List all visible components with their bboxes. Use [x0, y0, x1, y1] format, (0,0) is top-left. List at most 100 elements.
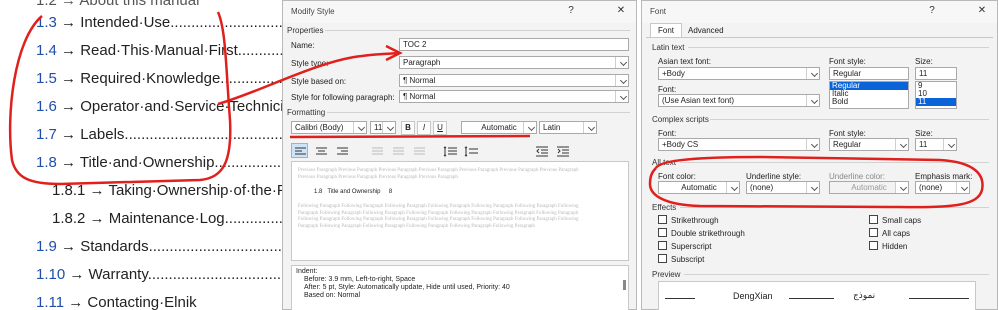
style-description: Indent: Before: 3.9 mm, Left-to-right, S…	[291, 265, 629, 310]
properties-section-label: Properties	[287, 26, 324, 35]
double-strikethrough-checkbox[interactable]	[658, 228, 667, 237]
superscript-checkbox[interactable]	[658, 241, 667, 250]
superscript-label: Superscript	[671, 242, 712, 251]
modify-style-titlebar: Modify Style ? ✕	[283, 1, 636, 23]
paragraph-spacing-icon[interactable]	[462, 143, 479, 158]
toc-entry-number: 1.10	[36, 266, 66, 283]
small-caps-checkbox[interactable]	[869, 215, 878, 224]
style-following-label: Style for following paragraph:	[291, 93, 395, 102]
toc-entry-number: 1.7	[36, 126, 57, 143]
style-based-dropdown[interactable]: ¶ Normal	[399, 74, 629, 87]
all-text-label: All text	[652, 158, 677, 167]
tab-advanced[interactable]: Advanced	[688, 26, 724, 35]
toc-entry[interactable]: 1.8 → Title·and·Ownership...............…	[36, 154, 314, 171]
toc-entry-number: 1.9	[36, 238, 57, 255]
italic-button[interactable]: I	[417, 121, 431, 135]
scrollbar-thumb[interactable]	[623, 280, 626, 290]
close-icon[interactable]: ✕	[614, 5, 628, 16]
style-based-label: Style based on:	[291, 77, 347, 86]
toc-entry[interactable]: 1.6 → Operator·and·Service·Technician	[36, 98, 300, 115]
toc-entry-number: 1.4	[36, 42, 57, 59]
font-style-option-bold[interactable]: Bold	[830, 98, 908, 106]
latin-text-label: Latin text	[652, 43, 685, 52]
font-close-icon[interactable]: ✕	[975, 5, 989, 16]
emphasis-dropdown[interactable]: (none)	[915, 181, 970, 194]
font-dialog: Font ? ✕ Font Advanced Latin text Asian …	[641, 0, 998, 310]
all-caps-checkbox[interactable]	[869, 228, 878, 237]
font-style-list[interactable]: Regular Italic Bold	[829, 81, 909, 109]
latin-font-dropdown[interactable]: (Use Asian text font)	[658, 94, 820, 107]
justify-icon[interactable]	[368, 143, 385, 158]
font-help-button[interactable]: ?	[925, 5, 939, 16]
preview-complex-text: نموذج	[853, 290, 876, 300]
font-style-label: Font style:	[829, 57, 866, 66]
size-input[interactable]: 11	[915, 67, 957, 80]
complex-size-dropdown[interactable]: 11	[915, 138, 957, 151]
style-type-dropdown[interactable]: Paragraph	[399, 56, 629, 69]
font-color-dropdown[interactable]: Automatic	[461, 121, 537, 134]
complex-size-label: Size:	[915, 129, 933, 138]
modify-style-dialog: Modify Style ? ✕ Properties Name: TOC 2 …	[282, 0, 637, 310]
hidden-checkbox[interactable]	[869, 241, 878, 250]
toc-entry-text: → Taking·Ownership·of·the·F	[89, 182, 287, 199]
size-label: Size:	[915, 57, 933, 66]
tab-font[interactable]: Font	[650, 23, 683, 37]
double-strikethrough-label: Double strikethrough	[671, 229, 745, 238]
asian-font-label: Asian text font:	[658, 57, 711, 66]
complex-style-label: Font style:	[829, 129, 866, 138]
latin-font-label: Font:	[658, 85, 677, 94]
strikethrough-checkbox[interactable]	[658, 215, 667, 224]
style-name-input[interactable]: TOC 2	[399, 38, 629, 51]
script-dropdown[interactable]: Latin	[539, 121, 597, 134]
small-caps-label: Small caps	[882, 216, 922, 225]
underline-color-label: Underline color:	[829, 172, 886, 181]
preview-sample-line: 1.8 Title and Ownership 8	[314, 189, 393, 195]
preview-latin-text: DengXian	[733, 291, 773, 301]
style-type-label: Style type:	[291, 59, 329, 68]
style-preview-pane: Previous Paragraph Previous Paragraph Pr…	[291, 161, 629, 261]
toc-entry-number: 1.6	[36, 98, 57, 115]
line-spacing-icon[interactable]	[441, 143, 458, 158]
align-center-icon[interactable]	[312, 143, 329, 158]
toc-entry[interactable]: 1.8.1 → Taking·Ownership·of·the·F	[52, 182, 286, 199]
style-following-dropdown[interactable]: ¶ Normal	[399, 90, 629, 103]
font-style-input[interactable]: Regular	[829, 67, 909, 80]
preview-label: Preview	[652, 270, 681, 279]
align-right-icon[interactable]	[333, 143, 350, 158]
toc-entry[interactable]: 1.11 → Contacting·Elnik	[36, 294, 197, 310]
toc-entry-text: → Operator·and·Service·Technician	[61, 98, 301, 115]
underline-color-picker[interactable]: Automatic	[829, 181, 909, 194]
increase-indent-icon[interactable]	[554, 143, 571, 158]
formatting-section-label: Formatting	[287, 108, 326, 117]
toc-entry-number: 1.8.1	[52, 182, 86, 199]
asian-font-dropdown[interactable]: +Body	[658, 67, 820, 80]
toc-entry[interactable]: 1.7 → Labels............................…	[36, 126, 320, 143]
subscript-label: Subscript	[671, 255, 705, 264]
size-list[interactable]: 9 10 11	[915, 81, 957, 109]
font-name-dropdown[interactable]: Calibri (Body)	[291, 121, 367, 134]
modify-style-title: Modify Style	[291, 7, 335, 16]
underline-style-dropdown[interactable]: (none)	[746, 181, 820, 194]
underline-button[interactable]: U	[433, 121, 447, 135]
font-color-label: Font color:	[658, 172, 696, 181]
font-dialog-title: Font	[650, 7, 667, 16]
font-color-picker[interactable]: Automatic	[658, 181, 740, 194]
complex-font-dropdown[interactable]: +Body CS	[658, 138, 820, 151]
line-spacing-single-icon[interactable]	[410, 143, 427, 158]
complex-style-dropdown[interactable]: Regular	[829, 138, 909, 151]
subscript-checkbox[interactable]	[658, 254, 667, 263]
all-caps-label: All caps	[882, 229, 911, 238]
hidden-label: Hidden	[882, 242, 908, 251]
help-button[interactable]: ?	[564, 5, 578, 16]
bold-button[interactable]: B	[401, 121, 415, 135]
align-left-icon[interactable]	[291, 143, 308, 158]
decrease-indent-icon[interactable]	[533, 143, 550, 158]
toc-entry-number: 1.8	[36, 154, 57, 171]
font-size-dropdown[interactable]: 11	[370, 121, 396, 134]
toc-entry-text: → Title·and·Ownership...................…	[61, 154, 315, 171]
toc-entry-number: 1.11	[36, 294, 65, 310]
distributed-icon[interactable]	[389, 143, 406, 158]
toc-entry-number: 1.5	[36, 70, 57, 87]
size-option-11[interactable]: 11	[916, 98, 956, 106]
preview-following-paragraph: Following Paragraph Following Paragraph …	[298, 204, 579, 229]
